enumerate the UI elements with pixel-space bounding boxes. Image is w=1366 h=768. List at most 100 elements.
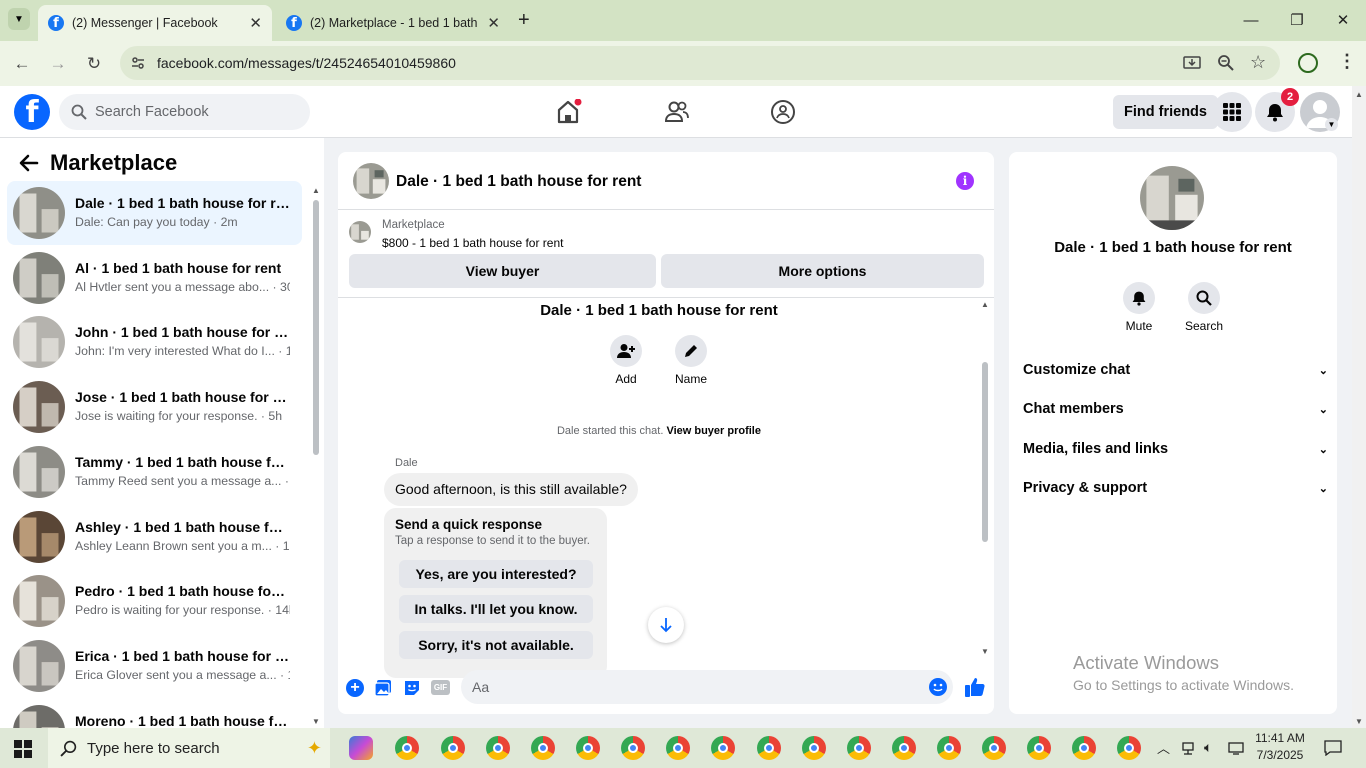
facebook-header: f Search Facebook Find friends 2 ▼ bbox=[0, 86, 1352, 138]
back-arrow-icon[interactable]: ← bbox=[11, 53, 33, 75]
chat-list-item[interactable]: Al · 1 bed 1 bath house for rent Al Hvtle… bbox=[7, 246, 302, 310]
restore-icon[interactable]: ❐ bbox=[1274, 8, 1320, 32]
chrome-taskbar-icon[interactable] bbox=[621, 736, 645, 760]
omnibox[interactable]: facebook.com/messages/t/2452465401045986… bbox=[120, 46, 1280, 80]
close-tab-icon[interactable]: ✕ bbox=[249, 14, 262, 32]
facebook-logo-icon[interactable]: f bbox=[14, 94, 50, 130]
mute-button[interactable] bbox=[1123, 282, 1155, 314]
chrome-taskbar-icon[interactable] bbox=[937, 736, 961, 760]
add-label: Add bbox=[615, 372, 637, 386]
chrome-taskbar-icon[interactable] bbox=[1117, 736, 1141, 760]
install-app-icon[interactable] bbox=[1183, 54, 1201, 72]
home-icon[interactable] bbox=[555, 99, 583, 125]
taskbar-search-box[interactable]: Type here to search ✦ bbox=[48, 728, 330, 768]
facebook-search-input[interactable]: Search Facebook bbox=[59, 94, 310, 130]
gif-icon[interactable]: GIF bbox=[431, 680, 450, 695]
scroll-to-bottom-button[interactable] bbox=[648, 607, 684, 643]
close-tab-icon[interactable]: ✕ bbox=[487, 14, 500, 32]
tab-search-button[interactable]: ▼ bbox=[8, 8, 30, 30]
message-bubble[interactable]: Good afternoon, is this still available? bbox=[384, 473, 638, 506]
apps-menu-button[interactable] bbox=[1212, 92, 1252, 132]
chrome-taskbar-icon[interactable] bbox=[1072, 736, 1096, 760]
zoom-icon[interactable] bbox=[1217, 54, 1235, 72]
chat-list-item[interactable]: Ashley · 1 bed 1 bath house for r... Ashl… bbox=[7, 505, 302, 569]
chat-name: Erica · 1 bed 1 bath house for rent bbox=[75, 647, 290, 664]
sticker-icon[interactable] bbox=[403, 679, 421, 697]
thread-scrollbar[interactable]: ▲ ▼ bbox=[980, 300, 990, 656]
chat-list-item[interactable]: John · 1 bed 1 bath house for rent John: … bbox=[7, 310, 302, 374]
chrome-taskbar-icon[interactable] bbox=[666, 736, 690, 760]
conversation-title[interactable]: Dale · 1 bed 1 bath house for rent bbox=[396, 173, 641, 191]
add-people-button[interactable] bbox=[610, 335, 642, 367]
profile-icon[interactable] bbox=[1298, 53, 1318, 73]
new-tab-plus-icon[interactable]: + bbox=[518, 9, 530, 32]
chat-name: Jose · 1 bed 1 bath house for rent bbox=[75, 389, 290, 406]
emoji-icon[interactable] bbox=[929, 678, 947, 696]
bookmark-star-icon[interactable]: ☆ bbox=[1250, 52, 1266, 73]
thumbs-up-icon[interactable] bbox=[964, 676, 986, 698]
chevron-down-icon: ⌄ bbox=[1318, 443, 1328, 456]
groups-icon[interactable] bbox=[770, 99, 796, 125]
message-input[interactable]: Aa bbox=[461, 670, 953, 704]
account-chevron-icon[interactable]: ▼ bbox=[1325, 118, 1338, 131]
forward-arrow-icon[interactable]: → bbox=[47, 53, 69, 75]
chat-members-section[interactable]: Chat members ⌄ bbox=[1023, 398, 1328, 420]
quick-response-option[interactable]: Yes, are you interested? bbox=[399, 560, 593, 588]
chrome-taskbar-icon[interactable] bbox=[441, 736, 465, 760]
display-icon[interactable] bbox=[1228, 740, 1244, 756]
search-in-chat-button[interactable] bbox=[1188, 282, 1220, 314]
info-icon[interactable]: i bbox=[956, 172, 974, 190]
site-info-icon[interactable] bbox=[130, 55, 146, 71]
listing-thumbnail[interactable] bbox=[349, 221, 371, 243]
network-icon[interactable] bbox=[1180, 740, 1196, 756]
chrome-taskbar-icon[interactable] bbox=[892, 736, 916, 760]
name-chat-button[interactable] bbox=[675, 335, 707, 367]
listing-title[interactable]: $800 - 1 bed 1 bath house for rent bbox=[382, 236, 563, 250]
chat-list-item[interactable]: Pedro · 1 bed 1 bath house for re... Pedr… bbox=[7, 569, 302, 633]
chrome-taskbar-icon[interactable] bbox=[486, 736, 510, 760]
chrome-taskbar-icon[interactable] bbox=[395, 736, 419, 760]
friends-icon[interactable] bbox=[664, 100, 690, 124]
page-scrollbar[interactable]: ▲ ▼ bbox=[1352, 86, 1366, 728]
clock-time[interactable]: 11:41 AM bbox=[1250, 731, 1310, 745]
customize-chat-section[interactable]: Customize chat ⌄ bbox=[1023, 359, 1328, 381]
chat-list-item[interactable]: Jose · 1 bed 1 bath house for rent Jose i… bbox=[7, 375, 302, 439]
more-actions-icon[interactable]: + bbox=[346, 679, 364, 697]
tab-marketplace[interactable]: f (2) Marketplace - 1 bed 1 bath house ✕ bbox=[276, 5, 510, 41]
minimize-icon[interactable]: — bbox=[1228, 8, 1274, 32]
info-avatar[interactable] bbox=[1140, 166, 1204, 230]
volume-icon[interactable]: 🔈︎ bbox=[1204, 739, 1212, 756]
more-options-button[interactable]: More options bbox=[661, 254, 984, 288]
view-buyer-button[interactable]: View buyer bbox=[349, 254, 656, 288]
back-arrow-icon[interactable] bbox=[18, 152, 40, 174]
conversation-avatar[interactable] bbox=[353, 163, 389, 199]
chat-list-item[interactable]: Dale · 1 bed 1 bath house for rent Dale: … bbox=[7, 181, 302, 245]
sidebar-scrollbar[interactable]: ▲ ▼ bbox=[312, 186, 320, 726]
chat-list-item[interactable]: Erica · 1 bed 1 bath house for rent Erica… bbox=[7, 634, 302, 698]
chrome-taskbar-icon[interactable] bbox=[847, 736, 871, 760]
browser-menu-icon[interactable]: ⋮ bbox=[1338, 51, 1356, 72]
quick-response-option[interactable]: In talks. I'll let you know. bbox=[399, 595, 593, 623]
windows-start-icon[interactable] bbox=[14, 740, 32, 758]
chrome-taskbar-icon[interactable] bbox=[757, 736, 781, 760]
quick-response-option[interactable]: Sorry, it's not available. bbox=[399, 631, 593, 659]
copilot-icon[interactable] bbox=[349, 736, 373, 760]
window-close-icon[interactable]: ✕ bbox=[1320, 8, 1366, 32]
notification-center-icon[interactable] bbox=[1324, 740, 1342, 756]
clock-date[interactable]: 7/3/2025 bbox=[1250, 748, 1310, 762]
chrome-taskbar-icon[interactable] bbox=[531, 736, 555, 760]
chrome-taskbar-icon[interactable] bbox=[711, 736, 735, 760]
chrome-taskbar-icon[interactable] bbox=[1027, 736, 1051, 760]
find-friends-button[interactable]: Find friends bbox=[1113, 95, 1218, 129]
chrome-taskbar-icon[interactable] bbox=[576, 736, 600, 760]
media-files-links-section[interactable]: Media, files and links ⌄ bbox=[1023, 438, 1328, 460]
view-buyer-profile-link[interactable]: View buyer profile bbox=[666, 425, 761, 437]
reload-icon[interactable]: ↻ bbox=[83, 53, 105, 75]
privacy-support-section[interactable]: Privacy & support ⌄ bbox=[1023, 477, 1328, 499]
photo-icon[interactable] bbox=[374, 679, 392, 697]
chat-list-item[interactable]: Tammy · 1 bed 1 bath house for ... Tammy … bbox=[7, 440, 302, 504]
chrome-taskbar-icon[interactable] bbox=[982, 736, 1006, 760]
chrome-taskbar-icon[interactable] bbox=[802, 736, 826, 760]
tab-messenger[interactable]: f (2) Messenger | Facebook ✕ bbox=[38, 5, 272, 41]
show-hidden-icons-chevron-icon[interactable]: ︿ bbox=[1157, 738, 1170, 757]
